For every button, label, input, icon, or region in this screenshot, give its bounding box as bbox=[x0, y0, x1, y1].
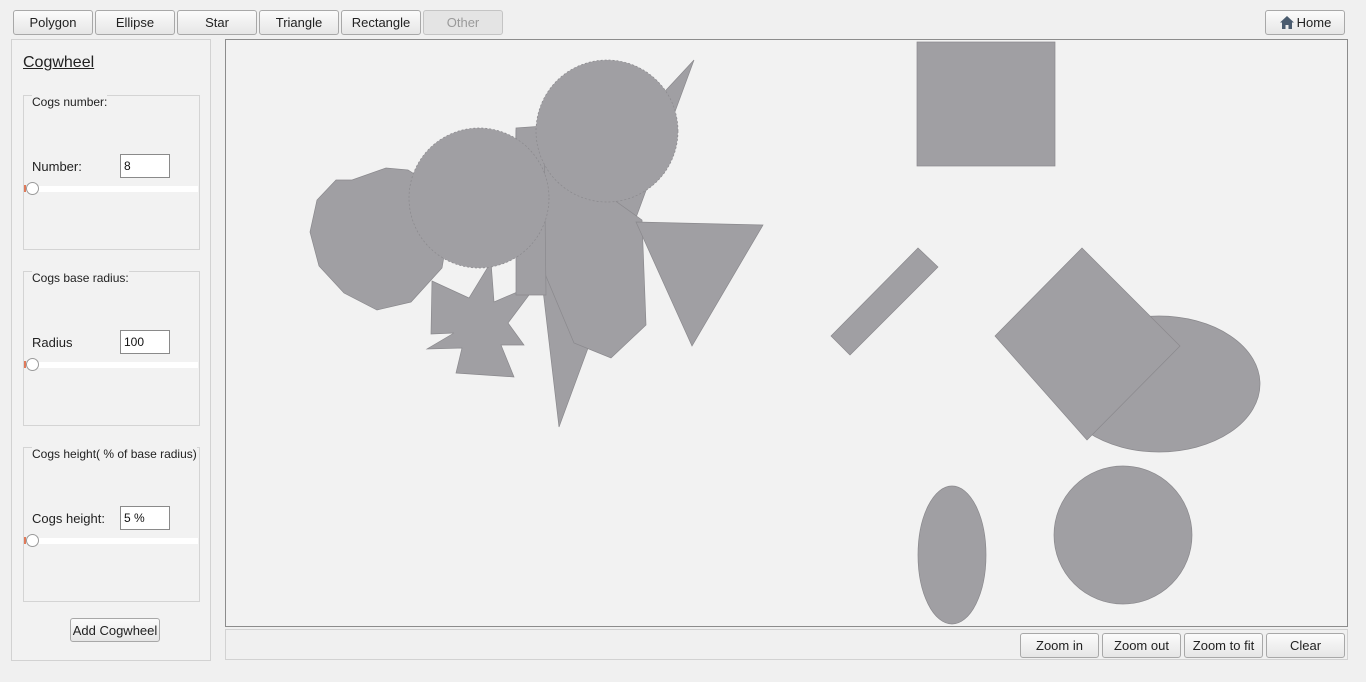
radius-input[interactable] bbox=[120, 330, 170, 354]
zoom-to-fit-button[interactable]: Zoom to fit bbox=[1184, 633, 1263, 658]
triangle-shape-1[interactable] bbox=[635, 221, 764, 347]
cogs-number-group: Cogs number: Number: bbox=[23, 95, 200, 250]
home-button[interactable]: Home bbox=[1265, 10, 1345, 35]
canvas-svg: .shp { fill:#a09fa3; stroke:#8a898d; str… bbox=[309, 41, 1261, 625]
ellipse-shape-tall[interactable] bbox=[917, 485, 987, 625]
zoom-out-button[interactable]: Zoom out bbox=[1102, 633, 1181, 658]
circle-shape[interactable] bbox=[1053, 465, 1193, 605]
add-cogwheel-button[interactable]: Add Cogwheel bbox=[70, 618, 160, 642]
cogs-height-group: Cogs height( % of base radius) Cogs heig… bbox=[23, 447, 200, 602]
home-label: Home bbox=[1296, 15, 1332, 30]
cogwheel-shape-large[interactable] bbox=[535, 59, 679, 203]
cogs-number-group-title: Cogs number: bbox=[32, 95, 108, 109]
panel-title: Cogwheel bbox=[23, 54, 95, 71]
cogs-height-input[interactable] bbox=[120, 506, 170, 530]
number-slider-thumb[interactable] bbox=[26, 182, 39, 195]
tab-ellipse[interactable]: Ellipse bbox=[95, 10, 175, 35]
drawing-canvas[interactable]: .shp { fill:#a09fa3; stroke:#8a898d; str… bbox=[225, 39, 1348, 627]
clear-button[interactable]: Clear bbox=[1266, 633, 1345, 658]
cogs-height-slider-thumb[interactable] bbox=[26, 534, 39, 547]
bottom-toolbar: Zoom in Zoom out Zoom to fit Clear bbox=[225, 629, 1348, 660]
rectangle-shape[interactable] bbox=[916, 41, 1056, 167]
cogwheel-panel: Cogwheel Cogs number: Number: Cogs base … bbox=[11, 39, 211, 661]
radius-slider-track[interactable] bbox=[25, 362, 198, 368]
cogs-radius-group-title: Cogs base radius: bbox=[32, 271, 129, 285]
zoom-in-button[interactable]: Zoom in bbox=[1020, 633, 1099, 658]
tab-rectangle[interactable]: Rectangle bbox=[341, 10, 421, 35]
home-icon bbox=[1279, 16, 1294, 29]
tab-other: Other bbox=[423, 10, 503, 35]
number-label: Number: bbox=[32, 159, 82, 174]
cogs-height-group-title: Cogs height( % of base radius) bbox=[32, 447, 197, 461]
cogs-radius-group: Cogs base radius: Radius bbox=[23, 271, 200, 426]
cogwheel-shape-small[interactable] bbox=[408, 127, 550, 269]
tab-polygon[interactable]: Polygon bbox=[13, 10, 93, 35]
number-slider-track[interactable] bbox=[25, 186, 198, 192]
number-input[interactable] bbox=[120, 154, 170, 178]
radius-slider-thumb[interactable] bbox=[26, 358, 39, 371]
rotated-rectangle-shape[interactable] bbox=[830, 247, 939, 356]
tab-star[interactable]: Star bbox=[177, 10, 257, 35]
radius-label: Radius bbox=[32, 335, 73, 350]
tab-triangle[interactable]: Triangle bbox=[259, 10, 339, 35]
cogs-height-label: Cogs height: bbox=[32, 511, 105, 526]
cogs-height-slider-track[interactable] bbox=[25, 538, 198, 544]
